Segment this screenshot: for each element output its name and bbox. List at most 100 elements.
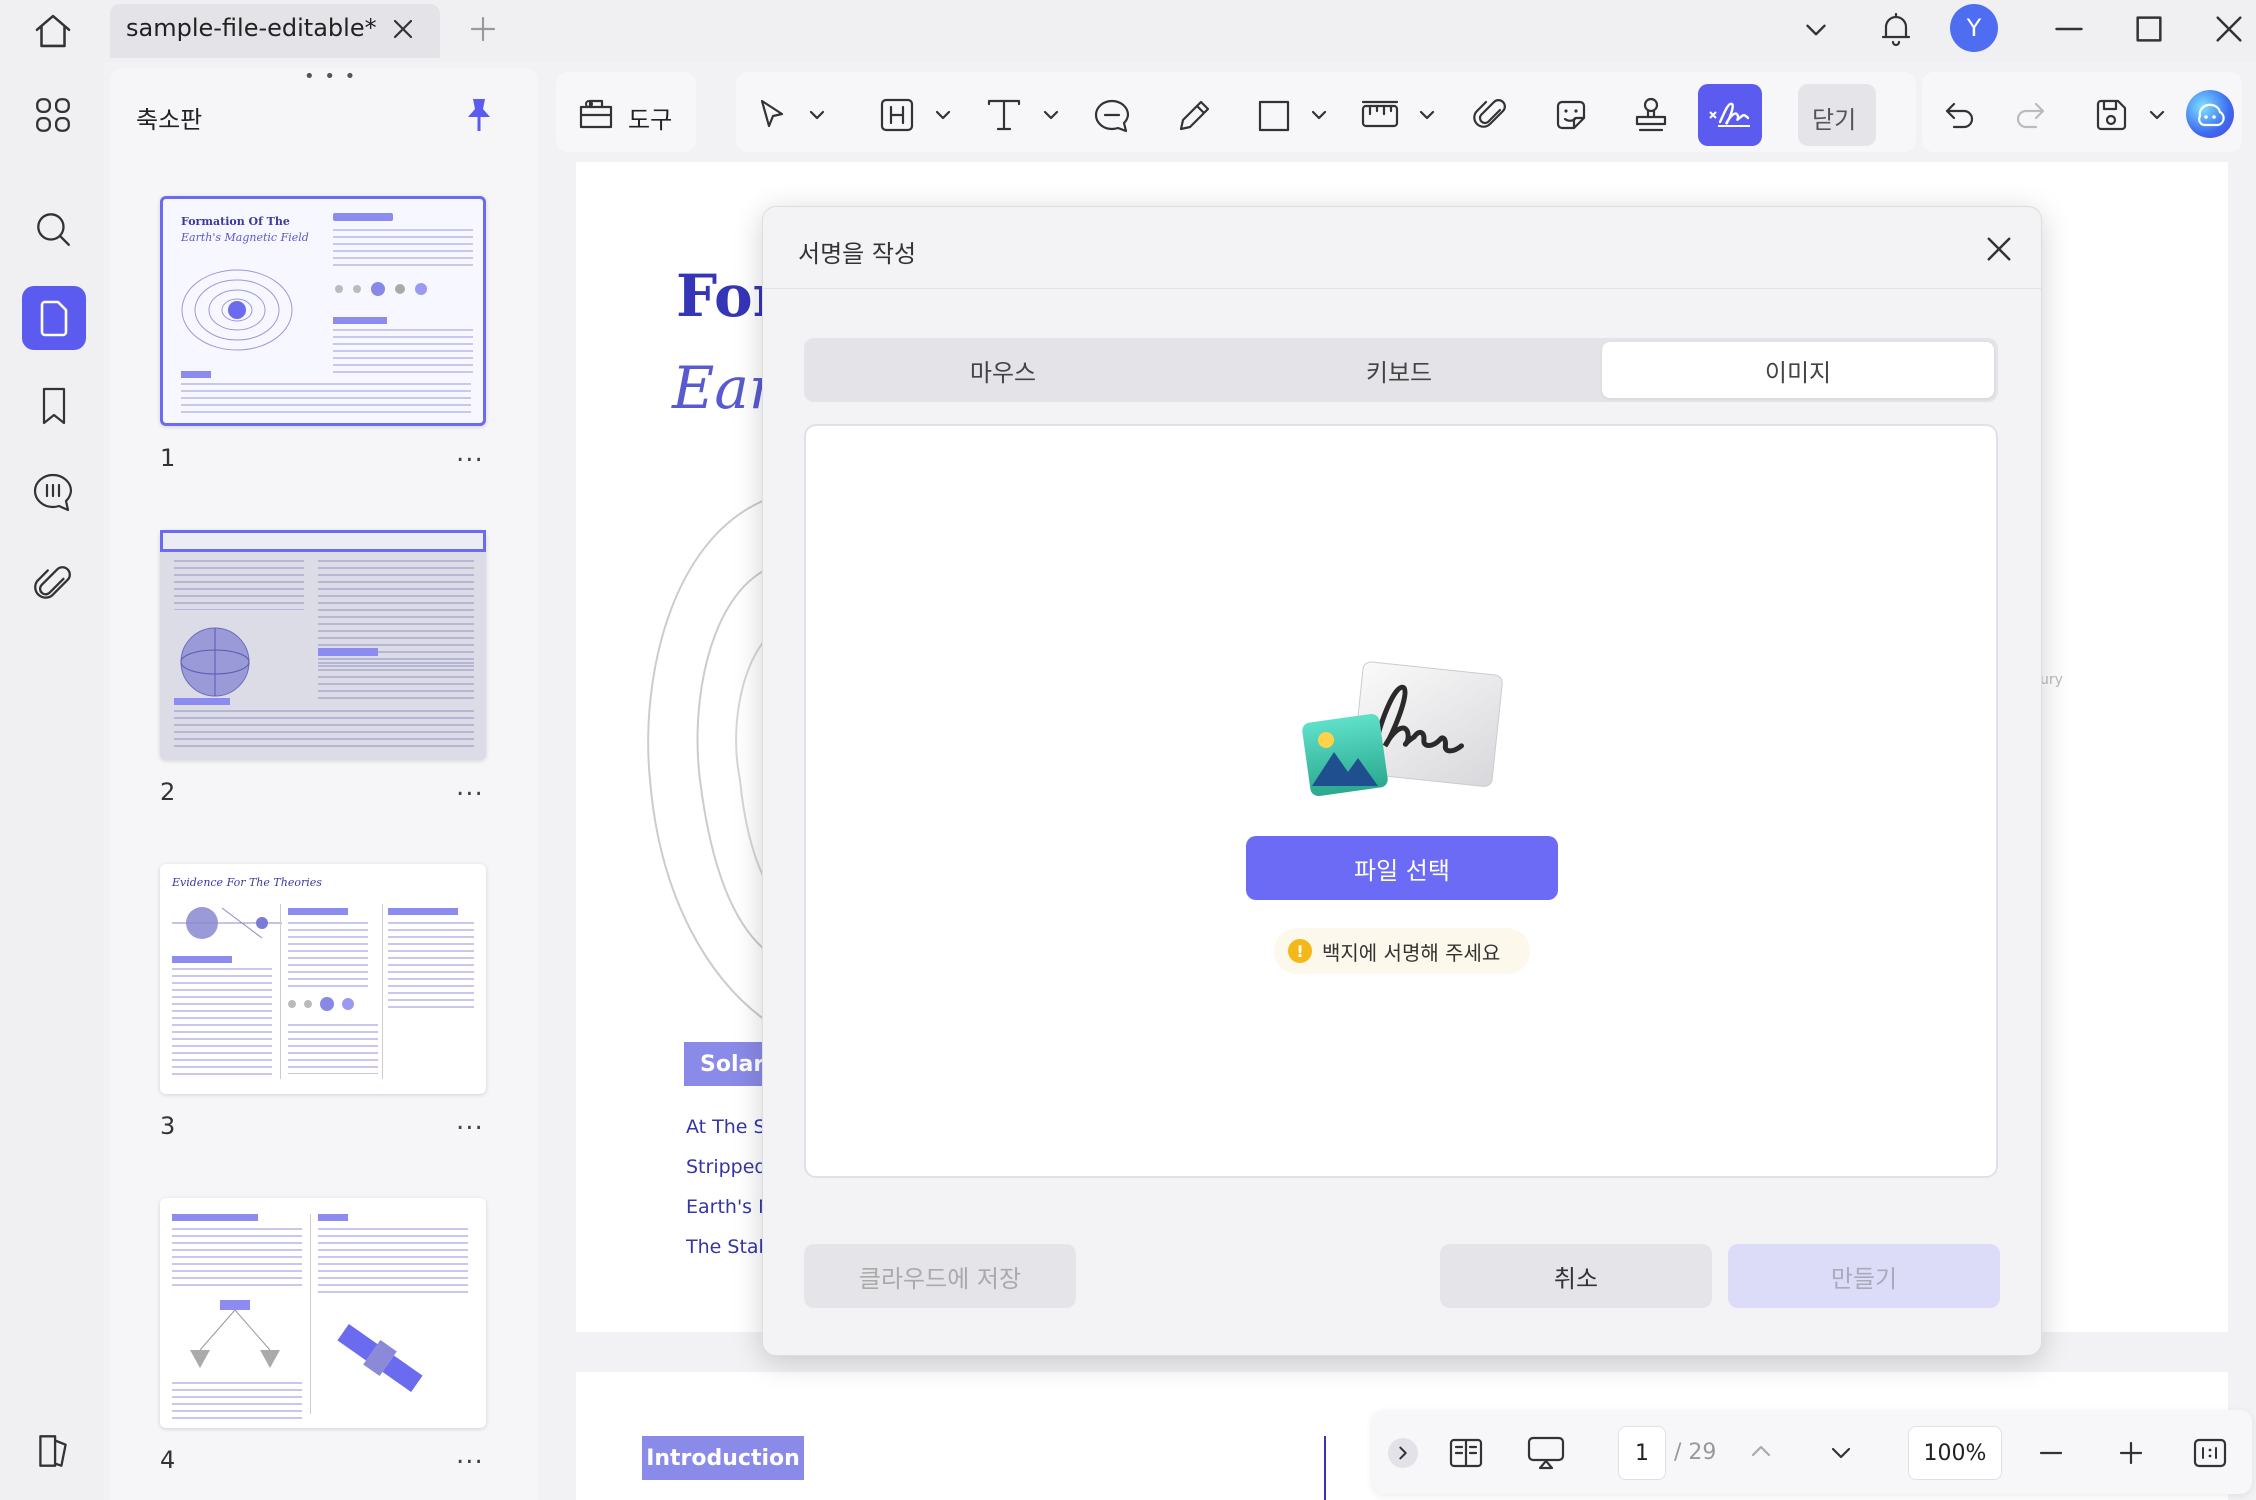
page-number-3: 3 [160, 1112, 176, 1140]
doc-section-badge-text: Solar [700, 1051, 764, 1077]
tab-keyboard[interactable]: 키보드 [1204, 342, 1594, 398]
rectangle-icon[interactable] [1256, 98, 1292, 134]
page-number-2: 2 [160, 778, 176, 806]
select-dropdown-icon[interactable] [806, 104, 828, 126]
doc-title-fragment-2: Ear [672, 354, 777, 422]
tab-keyboard-label: 키보드 [1365, 358, 1433, 387]
select-cursor-icon[interactable] [754, 96, 790, 132]
drag-handle[interactable]: • • • [304, 66, 357, 87]
zoom-level: 100% [1923, 1440, 1987, 1466]
tab-image[interactable]: 이미지 [1602, 342, 1994, 398]
warning-icon: ! [1288, 939, 1312, 963]
expand-button[interactable] [1388, 1438, 1418, 1468]
shape-dropdown-icon[interactable] [1308, 104, 1330, 126]
tab-mouse[interactable]: 마우스 [808, 342, 1198, 398]
cancel-label: 취소 [1553, 1264, 1599, 1293]
dialog-close-icon[interactable] [1982, 232, 2016, 266]
choose-file-label: 파일 선택 [1354, 856, 1450, 885]
doc-bottom-badge: Introduction [642, 1436, 804, 1480]
page-number-1: 1 [160, 444, 176, 472]
avatar-letter: Y [1966, 14, 1982, 42]
dialog-title: 서명을 작성 [798, 240, 917, 268]
create-button[interactable]: 만들기 [1728, 1244, 2000, 1308]
doc-line-4: The Stab [686, 1236, 766, 1258]
zoom-level-field[interactable]: 100% [1908, 1426, 2002, 1480]
bell-icon[interactable] [1876, 8, 1916, 50]
document-tab-title: sample-file-editable* [126, 14, 377, 42]
dialog-header-divider [763, 288, 2041, 289]
thumb-1-heading-line2: Earth's Magnetic Field [181, 231, 309, 244]
pin-icon[interactable] [462, 96, 496, 134]
toolbox-icon[interactable] [576, 94, 616, 132]
hint-badge: ! 백지에 서명해 주세요 [1274, 928, 1530, 974]
comment-box-icon[interactable] [1092, 96, 1132, 134]
thumb-3-heading: Evidence For The Theories [172, 876, 322, 889]
save-to-cloud-label: 클라우드에 저장 [858, 1264, 1022, 1293]
thumb-2-sphere-drawing [180, 627, 250, 697]
next-page-icon[interactable] [1826, 1438, 1856, 1468]
page-1-more-button[interactable]: ... [456, 438, 484, 468]
thumb-3-orbit-drawing [172, 907, 282, 939]
page-thumbnail-3[interactable]: Evidence For The Theories [160, 864, 486, 1094]
heading-icon[interactable] [878, 96, 916, 134]
page-2-more-button[interactable]: ... [456, 772, 484, 802]
pencil-icon[interactable] [1176, 96, 1214, 134]
page-number-4: 4 [160, 1446, 176, 1474]
tools-label[interactable]: 도구 [628, 100, 672, 135]
text-dropdown-icon[interactable] [1040, 104, 1062, 126]
left-rail [0, 62, 104, 1500]
avatar[interactable]: Y [1950, 4, 1998, 52]
minimize-icon[interactable] [2052, 12, 2086, 46]
ai-assistant-icon[interactable] [2186, 90, 2234, 138]
doc-line-1: At The Sa [686, 1116, 766, 1138]
hint-text: 백지에 서명해 주세요 [1322, 940, 1501, 965]
close-window-icon[interactable] [2212, 12, 2246, 46]
heading-dropdown-icon[interactable] [932, 104, 954, 126]
page-thumbnail-1[interactable]: Formation Of The Earth's Magnetic Field [160, 196, 486, 426]
paperclip-icon[interactable] [1472, 94, 1510, 134]
create-label: 만들기 [1830, 1264, 1898, 1293]
page-current: 1 [1635, 1440, 1649, 1466]
previous-page-icon[interactable] [1746, 1436, 1776, 1466]
undo-icon[interactable] [1942, 98, 1978, 132]
doc-line-3: Earth's M [686, 1196, 766, 1218]
comment-icon[interactable] [30, 470, 76, 514]
maximize-icon[interactable] [2132, 12, 2166, 46]
page-thumbnail-2[interactable] [160, 530, 486, 760]
close-tab-icon[interactable] [388, 14, 418, 44]
page-3-more-button[interactable]: ... [456, 1106, 484, 1136]
search-icon[interactable] [32, 208, 74, 250]
sidebar-toggle-icon[interactable] [32, 1430, 74, 1472]
chevron-down-icon[interactable] [1800, 14, 1832, 46]
page-thumbnail-4[interactable] [160, 1198, 486, 1428]
save-icon[interactable] [2092, 96, 2130, 134]
zoom-in-icon[interactable] [2116, 1438, 2146, 1468]
doc-field-lines-drawing [647, 499, 766, 1021]
signature-drop-area[interactable] [804, 424, 1998, 1178]
page-number-input[interactable]: 1 [1618, 1426, 1666, 1480]
save-dropdown-icon[interactable] [2146, 104, 2168, 126]
page-icon [36, 298, 72, 338]
signature-icon [1704, 94, 1756, 134]
measure-icon[interactable] [1360, 96, 1400, 134]
bookmark-icon[interactable] [34, 384, 74, 428]
page-4-more-button[interactable]: ... [456, 1440, 484, 1470]
apps-grid-icon[interactable] [32, 94, 74, 136]
home-icon[interactable] [30, 8, 76, 54]
choose-file-button[interactable]: 파일 선택 [1246, 836, 1558, 900]
text-icon[interactable] [984, 96, 1024, 134]
reading-mode-icon[interactable] [1448, 1436, 1484, 1470]
measure-dropdown-icon[interactable] [1416, 104, 1438, 126]
stamp-icon[interactable] [1632, 94, 1670, 134]
tab-mouse-label: 마우스 [969, 358, 1037, 387]
zoom-out-icon[interactable] [2036, 1438, 2066, 1468]
actual-size-icon[interactable] [2192, 1436, 2228, 1470]
presentation-icon[interactable] [1526, 1434, 1566, 1472]
sticker-icon[interactable] [1552, 96, 1590, 134]
cancel-button[interactable]: 취소 [1440, 1244, 1712, 1308]
doc-side-text: ury [2040, 672, 2063, 688]
save-to-cloud-button[interactable]: 클라우드에 저장 [804, 1244, 1076, 1308]
attachment-icon[interactable] [32, 560, 74, 606]
new-tab-icon[interactable] [468, 14, 498, 44]
redo-icon[interactable] [2012, 98, 2048, 132]
